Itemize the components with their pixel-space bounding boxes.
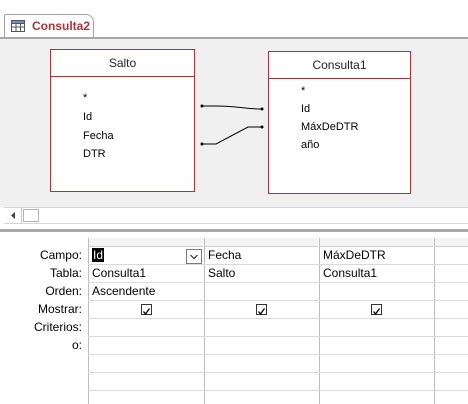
column-selector[interactable] xyxy=(89,238,203,247)
join-line-fecha[interactable] xyxy=(200,125,264,146)
join-line-id[interactable] xyxy=(200,104,264,111)
column-divider xyxy=(319,238,320,404)
query-icon xyxy=(11,20,25,32)
document-tab-bar: Consulta2 xyxy=(0,0,468,39)
campo-cell-3[interactable]: MáxDeDTR xyxy=(323,248,386,262)
join-lines xyxy=(200,104,264,146)
row-divider xyxy=(88,264,468,265)
row-label-mostrar: Mostrar: xyxy=(37,302,82,316)
checkmark-icon xyxy=(257,308,266,316)
row-divider xyxy=(88,390,468,391)
chevron-left-icon xyxy=(11,212,15,219)
row-divider xyxy=(88,318,468,319)
tab-consulta2[interactable]: Consulta2 xyxy=(4,14,94,37)
row-label-tabla: Tabla: xyxy=(49,266,82,280)
row-label-criterios: Criterios: xyxy=(33,320,82,334)
column-selector[interactable] xyxy=(435,238,468,247)
chevron-down-icon xyxy=(190,254,198,260)
tabla-cell-3[interactable]: Consulta1 xyxy=(323,266,377,280)
row-label-orden: Orden: xyxy=(45,284,82,298)
column-divider xyxy=(88,238,89,404)
mostrar-checkbox-2[interactable] xyxy=(256,304,267,316)
scroll-left-arrow[interactable] xyxy=(4,208,22,223)
row-divider xyxy=(88,300,468,301)
campo-cell-1[interactable]: Id xyxy=(92,248,105,262)
row-divider xyxy=(88,336,468,337)
column-divider xyxy=(204,238,205,404)
checkmark-icon xyxy=(142,308,151,316)
orden-cell-1[interactable]: Ascendente xyxy=(92,284,155,298)
campo-cell-2[interactable]: Fecha xyxy=(208,248,241,262)
query-design-grid: Campo: Tabla: Orden: Mostrar: Criterios:… xyxy=(0,232,468,404)
tabla-cell-2[interactable]: Salto xyxy=(208,266,235,280)
mostrar-checkbox-1[interactable] xyxy=(141,304,152,316)
checkmark-icon xyxy=(372,308,381,316)
row-label-o: o: xyxy=(71,338,82,352)
scroll-thumb[interactable] xyxy=(23,209,39,222)
designer-horizontal-scrollbar[interactable] xyxy=(4,207,468,224)
mostrar-checkbox-3[interactable] xyxy=(371,304,382,316)
row-divider xyxy=(88,354,468,355)
query-designer-pane: Salto * Id Fecha DTR Consulta1 * Id MáxD… xyxy=(0,39,468,207)
row-divider xyxy=(88,282,468,283)
tab-label: Consulta2 xyxy=(32,19,91,33)
campo-dropdown-button[interactable] xyxy=(186,249,202,264)
column-selector[interactable] xyxy=(320,238,433,247)
row-label-campo: Campo: xyxy=(39,248,82,262)
row-divider xyxy=(88,372,468,373)
tabla-cell-1[interactable]: Consulta1 xyxy=(92,266,146,280)
column-divider xyxy=(434,238,435,404)
column-selector[interactable] xyxy=(205,238,318,247)
